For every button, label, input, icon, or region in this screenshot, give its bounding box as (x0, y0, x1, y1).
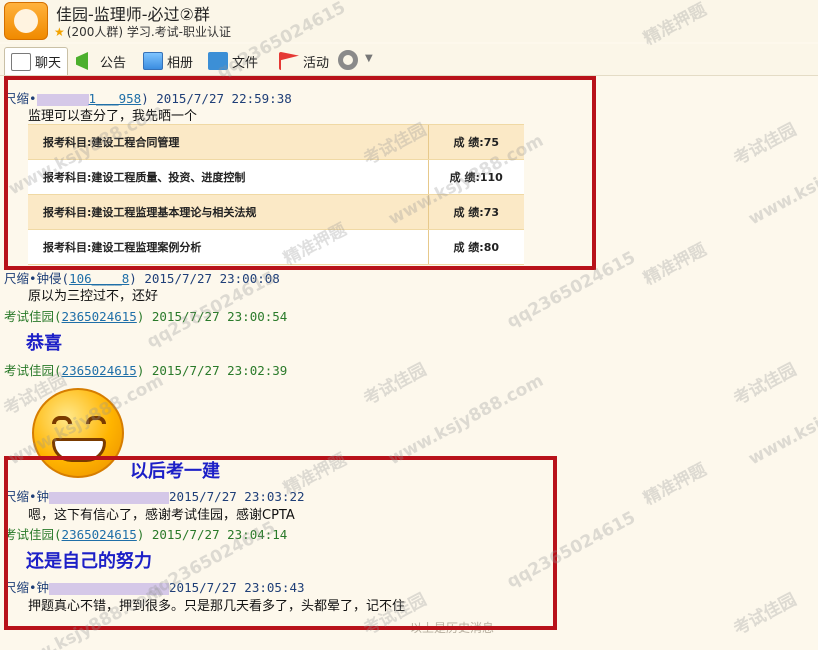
tab-file[interactable]: 文件 (208, 47, 258, 75)
highlight-box (4, 76, 596, 270)
watermark: 考试佳园 (730, 359, 800, 410)
group-avatar-icon (4, 2, 48, 40)
notice-flag-icon (76, 52, 88, 70)
toolbar: 聊天 公告 相册 文件 活动 (0, 44, 818, 76)
watermark: www.ksjy888.com (385, 370, 547, 470)
folder-icon (208, 52, 228, 70)
star-icon: ★ (54, 25, 65, 39)
chat-icon (11, 52, 31, 71)
message-text: 原以为三控过不，还好 (28, 289, 159, 304)
watermark: www.ksjy888.com (745, 130, 818, 230)
message-header: 考试佳园(2365024615) 2015/7/27 23:00:54 (4, 309, 288, 324)
watermark: 精准押题 (640, 239, 710, 290)
qq-link[interactable]: 2365024615 (62, 309, 137, 324)
tab-chat[interactable]: 聊天 (4, 47, 69, 75)
event-flag-icon (279, 52, 299, 70)
watermark: 考试佳园 (730, 119, 800, 170)
tab-album[interactable]: 相册 (143, 47, 193, 75)
tab-event[interactable]: 活动 (279, 47, 329, 75)
message-header: 考试佳园(2365024615) 2015/7/27 23:02:39 (4, 363, 288, 378)
watermark: 考试佳园 (360, 359, 430, 410)
title-bar: 佳园-监理师-必过②群 ★ (200人群) 学习.考试-职业认证 (0, 0, 818, 42)
group-info-text: (200人群) 学习.考试-职业认证 (66, 25, 231, 39)
highlight-box (4, 456, 557, 630)
watermark: 考试佳园 (730, 589, 800, 640)
gear-icon[interactable] (338, 50, 358, 70)
watermark: www.ksjy888.com (745, 370, 818, 470)
album-icon (143, 52, 163, 70)
group-title: 佳园-监理师-必过②群 (56, 5, 210, 24)
qq-link[interactable]: 106____8 (69, 271, 129, 286)
message-big-text: 恭喜 (26, 333, 62, 354)
watermark: 精准押题 (640, 459, 710, 510)
qq-link[interactable]: 2365024615 (62, 363, 137, 378)
group-info: ★ (200人群) 学习.考试-职业认证 (54, 23, 231, 40)
chevron-down-icon[interactable]: ▼ (365, 53, 373, 64)
tab-notice[interactable]: 公告 (76, 47, 126, 75)
